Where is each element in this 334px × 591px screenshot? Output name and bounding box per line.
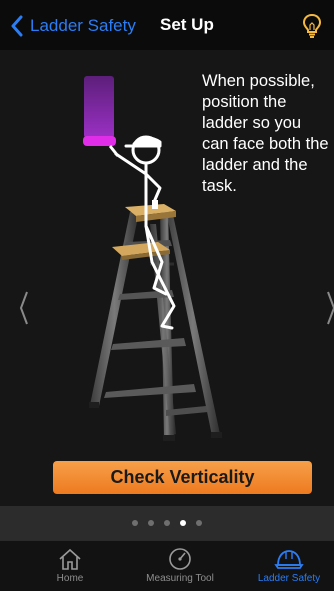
tab-ladder-safety-label: Ladder Safety [257, 573, 321, 584]
previous-page-arrow-icon[interactable] [19, 290, 29, 326]
page-dot-active[interactable] [180, 520, 186, 526]
page-dot[interactable] [196, 520, 202, 526]
tab-ladder-safety[interactable]: Ladder Safety [244, 541, 334, 591]
back-button-label: Ladder Safety [30, 16, 136, 35]
paint-roller [83, 76, 120, 157]
gauge-icon [169, 548, 191, 570]
check-verticality-button[interactable]: Check Verticality [53, 461, 312, 494]
tab-home-label: Home [56, 573, 84, 584]
back-button[interactable]: Ladder Safety [10, 14, 136, 38]
lightbulb-icon[interactable] [301, 13, 323, 39]
page-dot[interactable] [148, 520, 154, 526]
navigation-bar: Ladder Safety Set Up [0, 0, 334, 50]
chevron-left-icon [11, 15, 23, 37]
instruction-text: When possible, position the ladder so yo… [202, 72, 329, 195]
tab-home[interactable]: Home [40, 541, 100, 591]
hardhat-icon [274, 550, 304, 569]
page-dot[interactable] [132, 520, 138, 526]
home-icon [59, 548, 81, 570]
tab-bar: Home Measuring Tool Ladder Safety [0, 540, 334, 591]
page-indicator [0, 506, 334, 540]
tab-measuring-tool[interactable]: Measuring Tool [130, 541, 230, 591]
setup-card: When possible, position the ladder so yo… [0, 50, 334, 506]
page-dot[interactable] [164, 520, 170, 526]
tab-measuring-tool-label: Measuring Tool [146, 573, 214, 584]
next-page-arrow-icon[interactable] [326, 290, 334, 326]
page-title: Set Up [160, 15, 214, 34]
ladder [89, 204, 222, 441]
